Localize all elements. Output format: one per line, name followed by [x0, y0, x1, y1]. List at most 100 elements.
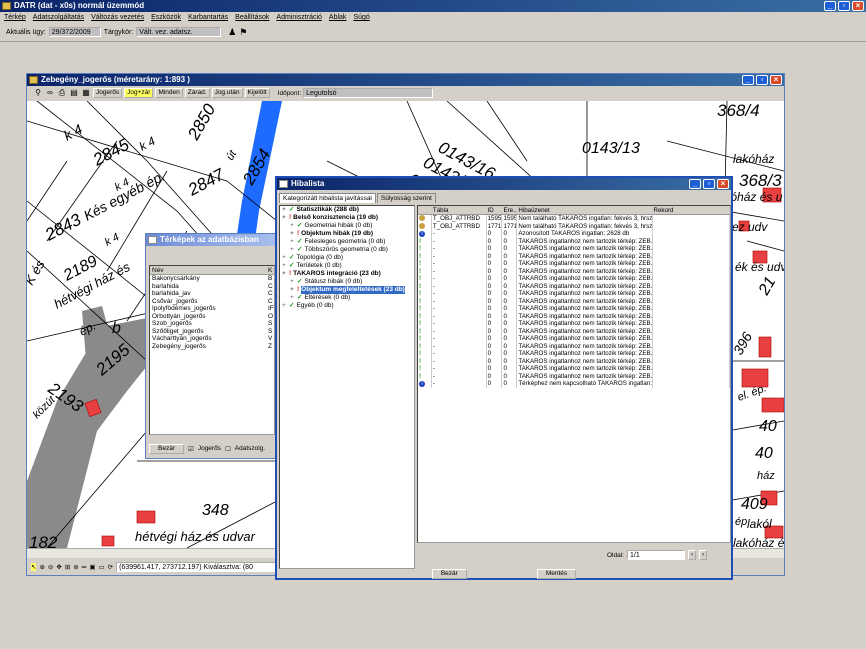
minimize-button[interactable]: _ [824, 1, 836, 11]
table-row[interactable]: ! -0 0 TAKAROS ingatlanhoz nem tartozik tér… [418, 327, 730, 335]
menu-item[interactable]: Beállítások [235, 12, 269, 23]
table-row[interactable]: ! -0 0 TAKAROS ingatlanhoz nem tartozik tér… [418, 245, 730, 253]
expand-icon[interactable]: + [282, 270, 288, 278]
col-name-header[interactable]: Név [152, 266, 268, 274]
table-row[interactable]: ! -0 0 TAKAROS ingatlanhoz nem tartozik tér… [418, 290, 730, 298]
btn-jogutan[interactable]: Jog.után [211, 88, 243, 98]
zoom-search-icon[interactable]: ⚲ [33, 88, 43, 98]
next-page-button[interactable]: › [699, 550, 708, 560]
list-item[interactable]: Csővár_jogerős C [150, 298, 274, 306]
table-row[interactable]: ! -0 0 TAKAROS ingatlanhoz nem tartozik tér… [418, 357, 730, 365]
menu-item[interactable]: Karbantartás [188, 12, 228, 23]
btn-zarad[interactable]: Zárad. [184, 88, 210, 98]
table-row[interactable]: ! -0 0 TAKAROS ingatlanhoz nem tartozik tér… [418, 252, 730, 260]
expand-icon[interactable]: + [290, 230, 296, 238]
table-row[interactable]: T_OBJ_ATTRBD 1595 1595 Nem található TAKARO… [418, 215, 730, 223]
map-list-close-button[interactable]: Bezár [149, 443, 184, 454]
tree-node[interactable]: +! TAKAROS integráció (23 db) [280, 270, 414, 278]
expand-icon[interactable]: + [290, 286, 296, 294]
btn-jogeros[interactable]: Jogerős [93, 88, 123, 98]
list-item[interactable]: Zebegény_jogerős Z [150, 343, 274, 351]
jogeros-checkbox[interactable]: ☑ [188, 445, 194, 453]
list-item[interactable]: Ipolyfödémes_jogerős IF [150, 305, 274, 313]
menu-item[interactable]: Térkép [4, 12, 26, 23]
table-row[interactable]: ! -0 0 TAKAROS ingatlanhoz nem tartozik tér… [418, 320, 730, 328]
btn-kijelolt[interactable]: Kijelölt [244, 88, 270, 98]
zoom-in-icon[interactable]: ⊕ [39, 563, 44, 571]
tree-node[interactable]: +! Belső konzisztencia (19 db) [280, 214, 414, 222]
table-row[interactable]: ! -0 0 TAKAROS ingatlanhoz nem tartozik tér… [418, 365, 730, 373]
column-header[interactable]: Rekord [653, 206, 730, 214]
column-header[interactable]: ID [487, 206, 503, 214]
column-header[interactable]: Hibaüzenet [517, 206, 653, 214]
window-icon[interactable]: ▭ [98, 563, 104, 571]
table-row[interactable]: ! -0 0 TAKAROS ingatlanhoz nem tartozik tér… [418, 372, 730, 380]
table-row[interactable]: ! -0 0 TAKAROS ingatlanhoz nem tartozik tér… [418, 342, 730, 350]
zoom-out-icon[interactable]: ⊖ [48, 563, 53, 571]
tree-node[interactable]: + ✓ Területek (0 db) [280, 262, 414, 270]
table-row[interactable]: ! -0 0 TAKAROS ingatlanhoz nem tartozik tér… [418, 282, 730, 290]
list-item[interactable]: Szőőliget_jogerős S [150, 328, 274, 336]
select-arrow-icon[interactable]: ↖ [31, 563, 37, 571]
tab-kategorizalt[interactable]: Kategorizált hibalista javítással [279, 193, 376, 203]
table-row[interactable]: ! -0 0 TAKAROS ingatlanhoz nem tartozik tér… [418, 305, 730, 313]
tree-node[interactable]: + ✓ Eltérések (0 db) [280, 294, 414, 302]
btn-minden[interactable]: Minden [155, 88, 183, 98]
ugy-field[interactable]: 29/372/2009 [48, 27, 101, 37]
expand-icon[interactable]: + [290, 278, 296, 286]
table-row[interactable]: ! -0 0 TAKAROS ingatlanhoz nem tartozik tér… [418, 275, 730, 283]
menu-item[interactable]: Eszközök [151, 12, 181, 23]
list-item[interactable]: barlahida C [150, 283, 274, 291]
table-row[interactable]: ! -0 0 TAKAROS ingatlanhoz nem tartozik tér… [418, 312, 730, 320]
list-item[interactable]: Orbottyán_jogerős O [150, 313, 274, 321]
targy-field[interactable]: Vált. vez. adatsz. [136, 27, 222, 37]
tree-node[interactable]: + ✓ Statisztikák (288 db) [280, 206, 414, 214]
tree-node[interactable]: + ✓ Státusz hibák (0 db) [280, 278, 414, 286]
table-row[interactable]: ! -0 0 TAKAROS ingatlanhoz nem tartozik tér… [418, 350, 730, 358]
tree-node[interactable]: + ✓ Többszörös geometria (0 db) [280, 246, 414, 254]
tree-node[interactable]: + ✓ Felesleges geometria (0 db) [280, 238, 414, 246]
table-row[interactable]: ! -0 0 TAKAROS ingatlanhoz nem tartozik tér… [418, 260, 730, 268]
expand-icon[interactable]: + [290, 222, 296, 230]
map-maximize-button[interactable]: ▫ [756, 75, 768, 85]
table-row[interactable]: ! -0 0 TAKAROS ingatlanhoz nem tartozik tér… [418, 335, 730, 343]
expand-icon[interactable]: + [290, 238, 296, 246]
binoculars-icon[interactable]: ∞ [45, 88, 55, 98]
table-row[interactable]: i -0 0 Azonosított TAKAROS ingatlan: 2628 d… [418, 230, 730, 238]
column-header[interactable] [418, 206, 432, 214]
expand-icon[interactable]: + [282, 302, 288, 310]
prev-page-button[interactable]: ‹ [687, 550, 697, 560]
map-minimize-button[interactable]: _ [742, 75, 754, 85]
list-item[interactable]: Vácharttyán_jogerős V [150, 335, 274, 343]
page-field[interactable]: 1/1 [626, 550, 685, 560]
table-row[interactable]: ! -0 0 TAKAROS ingatlanhoz nem tartozik tér… [418, 297, 730, 305]
column-header[interactable]: Ere... [502, 206, 518, 214]
tree-node[interactable]: + ✓ Egyéb (0 db) [280, 302, 414, 310]
flag-icon[interactable]: ⚑ [239, 27, 247, 38]
menu-item[interactable]: Ablak [329, 12, 347, 23]
menu-item[interactable]: Súgó [353, 12, 369, 23]
column-header[interactable]: Tábla [432, 206, 487, 214]
menu-item[interactable]: Adminisztráció [276, 12, 322, 23]
layers-icon[interactable]: ▤ [69, 88, 79, 98]
adatszolg-checkbox[interactable]: ☐ [225, 445, 231, 453]
error-list-close-button[interactable]: Bezár [431, 569, 467, 579]
highlight-icon[interactable]: ▣ [89, 563, 95, 571]
tree-node[interactable]: +! Objektum hibák (19 db) [280, 230, 414, 238]
globe-icon[interactable]: ⊛ [73, 563, 78, 571]
expand-icon[interactable]: + [290, 246, 296, 254]
user-icon[interactable]: ♟ [228, 27, 236, 38]
menu-item[interactable]: Változás vezetés [91, 12, 144, 23]
error-list-minimize-button[interactable]: _ [689, 179, 701, 189]
btn-jogzar[interactable]: Jog+zár [124, 88, 154, 98]
tree-node[interactable]: + ✓ Topológia (0 db) [280, 254, 414, 262]
table-row[interactable]: i -0 0 Térképhez nem kapcsolható TAKAROS in… [418, 380, 730, 388]
expand-icon[interactable]: + [282, 206, 288, 214]
table-row[interactable]: ! -0 0 TAKAROS ingatlanhoz nem tartozik tér… [418, 237, 730, 245]
pan-icon[interactable]: ✥ [56, 563, 61, 571]
menu-item[interactable]: Adatszolgáltatás [33, 12, 84, 23]
maximize-button[interactable]: ▫ [838, 1, 850, 11]
list-item[interactable]: Szob_jogerős S [150, 320, 274, 328]
expand-icon[interactable]: + [282, 262, 288, 270]
col-k-header[interactable]: K [268, 266, 272, 274]
